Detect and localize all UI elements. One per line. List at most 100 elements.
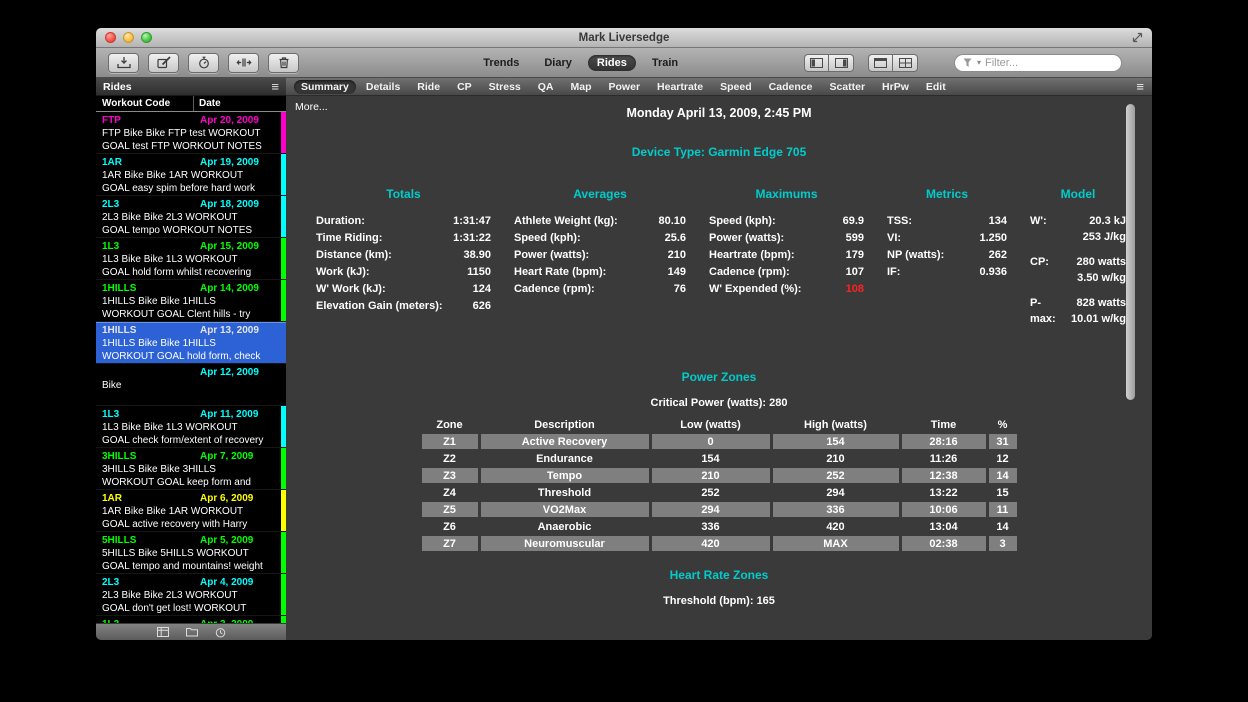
ride-item[interactable]: 1L3Apr 3, 2009 (96, 616, 286, 623)
sidebar-footer-folder-button[interactable] (186, 627, 198, 637)
delete-button[interactable] (268, 53, 299, 73)
view-tab-details[interactable]: Details (359, 80, 407, 94)
ride-item[interactable]: Apr 12, 2009 Bike (96, 364, 286, 406)
ride-item[interactable]: 2L3Apr 4, 2009 2L3 Bike Bike 2L3 WORKOUT… (96, 574, 286, 616)
edit-button[interactable] (148, 53, 179, 73)
toolbar-buttons (108, 53, 299, 73)
view-tab-cp[interactable]: CP (450, 80, 479, 94)
zone-cell: 336 (652, 519, 770, 534)
ride-desc: 1HILLS Bike Bike 1HILLS (102, 295, 274, 308)
view-tab-ride[interactable]: Ride (410, 80, 447, 94)
fullscreen-button[interactable] (1132, 32, 1143, 43)
section-header: Averages (514, 187, 686, 201)
ride-desc: 1HILLS Bike Bike 1HILLS (102, 337, 274, 350)
zone-cell: Endurance (481, 451, 649, 466)
zoom-button[interactable] (141, 32, 152, 43)
zone-col-header: % (989, 419, 1017, 432)
view-tab-hrpw[interactable]: HrPw (875, 80, 916, 94)
zone-cell: 154 (773, 434, 899, 449)
stat-label: Heartrate (bpm): (709, 247, 795, 264)
sidebar-footer (96, 623, 286, 640)
stat-row: VI:1.250 (887, 230, 1007, 247)
sidebar-footer-clock-button[interactable] (215, 627, 226, 638)
view-tab-cadence[interactable]: Cadence (762, 80, 820, 94)
close-button[interactable] (105, 32, 116, 43)
zone-cell: Z3 (422, 468, 478, 483)
sidebar-menu-icon[interactable]: ≡ (271, 80, 279, 93)
zone-cell: 3 (989, 536, 1017, 551)
ride-item-selected[interactable]: 1HILLSApr 13, 2009 1HILLS Bike Bike 1HIL… (96, 322, 286, 364)
app-tab-train[interactable]: Train (643, 55, 687, 71)
tiled-view-button[interactable] (893, 54, 918, 72)
ride-item[interactable]: 3HILLSApr 7, 2009 3HILLS Bike Bike 3HILL… (96, 448, 286, 490)
view-tab-stress[interactable]: Stress (482, 80, 528, 94)
app-tab-rides[interactable]: Rides (588, 55, 636, 71)
workout-code: 1AR (102, 492, 200, 505)
model-value: 10.01 w/kg (1070, 311, 1126, 327)
ride-item[interactable]: 1L3Apr 11, 2009 1L3 Bike Bike 1L3 WORKOU… (96, 406, 286, 448)
ride-desc: 1L3 Bike Bike 1L3 WORKOUT (102, 253, 274, 266)
filter-field[interactable]: ▾ (954, 54, 1122, 72)
stat-row: Speed (kph):69.9 (709, 213, 864, 230)
main-panel: Summary Details Ride CP Stress QA Map Po… (286, 78, 1152, 640)
stat-label: W': (1030, 213, 1066, 245)
view-tab-map[interactable]: Map (564, 80, 599, 94)
zone-cell: Active Recovery (481, 434, 649, 449)
view-tab-scatter[interactable]: Scatter (822, 80, 872, 94)
toggle-left-sidebar-button[interactable] (804, 54, 829, 72)
stat-row: Power (watts):210 (514, 247, 686, 264)
stat-row: Cadence (rpm):76 (514, 281, 686, 298)
stat-value: 20.3 kJ253 J/kg (1070, 213, 1126, 245)
view-tab-heartrate[interactable]: Heartrate (650, 80, 710, 94)
toggle-right-sidebar-button[interactable] (829, 54, 854, 72)
sidebar-footer-chart-button[interactable] (157, 627, 169, 637)
stat-label: Work (kJ): (316, 264, 370, 281)
app-tab-trends[interactable]: Trends (474, 55, 528, 71)
summary-view: More... Monday April 13, 2009, 2:45 PM D… (286, 96, 1152, 640)
ride-item[interactable]: 1ARApr 19, 2009 1AR Bike Bike 1AR WORKOU… (96, 154, 286, 196)
zone-cell: 11 (989, 502, 1017, 517)
workout-date: Apr 20, 2009 (200, 114, 274, 127)
ride-item[interactable]: 1L3Apr 15, 2009 1L3 Bike Bike 1L3 WORKOU… (96, 238, 286, 280)
view-tab-summary[interactable]: Summary (294, 80, 356, 94)
view-tab-qa[interactable]: QA (531, 80, 561, 94)
zone-cell: Tempo (481, 468, 649, 483)
ride-item[interactable]: 5HILLSApr 5, 2009 5HILLS Bike 5HILLS WOR… (96, 532, 286, 574)
titlebar[interactable]: Mark Liversedge (96, 28, 1152, 48)
ride-item[interactable]: 2L3Apr 18, 2009 2L3 Bike Bike 2L3 WORKOU… (96, 196, 286, 238)
view-menu-icon[interactable]: ≡ (1136, 80, 1144, 93)
view-tab-power[interactable]: Power (602, 80, 648, 94)
view-tab-edit[interactable]: Edit (919, 80, 953, 94)
ride-item[interactable]: FTPApr 20, 2009 FTP Bike Bike FTP test W… (96, 112, 286, 154)
zone-cell: 12 (989, 451, 1017, 466)
filter-input[interactable] (985, 57, 1113, 69)
view-tab-speed[interactable]: Speed (713, 80, 759, 94)
column-header-date[interactable]: Date (194, 98, 286, 109)
vertical-scrollbar[interactable] (1126, 104, 1135, 400)
zone-cell: 14 (989, 468, 1017, 483)
app-tab-diary[interactable]: Diary (535, 55, 581, 71)
window-title: Mark Liversedge (96, 32, 1152, 44)
ride-list: FTPApr 20, 2009 FTP Bike Bike FTP test W… (96, 112, 286, 623)
minimize-button[interactable] (123, 32, 134, 43)
more-link[interactable]: More... (295, 101, 328, 113)
zone-cell: Z1 (422, 434, 478, 449)
stat-value: 599 (846, 230, 864, 247)
zone-col-header: High (watts) (773, 419, 899, 432)
stat-value: 76 (674, 281, 686, 298)
stat-value: 1:31:22 (453, 230, 491, 247)
import-button[interactable] (108, 53, 139, 73)
single-view-button[interactable] (868, 54, 893, 72)
column-header-workout-code[interactable]: Workout Code (96, 96, 194, 111)
stat-row: Heartrate (bpm):179 (709, 247, 864, 264)
model-group: CP: 280 watts3.50 w/kg (1030, 254, 1126, 286)
stopwatch-button[interactable] (188, 53, 219, 73)
ride-item[interactable]: 1HILLSApr 14, 2009 1HILLS Bike Bike 1HIL… (96, 280, 286, 322)
ride-desc: GOAL test FTP WORKOUT NOTES (102, 140, 274, 153)
intervals-button[interactable] (228, 53, 259, 73)
model-value: 828 watts (1070, 295, 1126, 311)
ride-item[interactable]: 1ARApr 6, 2009 1AR Bike Bike 1AR WORKOUT… (96, 490, 286, 532)
zone-row: Z5 VO2Max 294 336 10:06 11 (422, 502, 1017, 517)
section-header: Model (1030, 187, 1126, 201)
ride-desc: GOAL active recovery with Harry (102, 518, 274, 531)
